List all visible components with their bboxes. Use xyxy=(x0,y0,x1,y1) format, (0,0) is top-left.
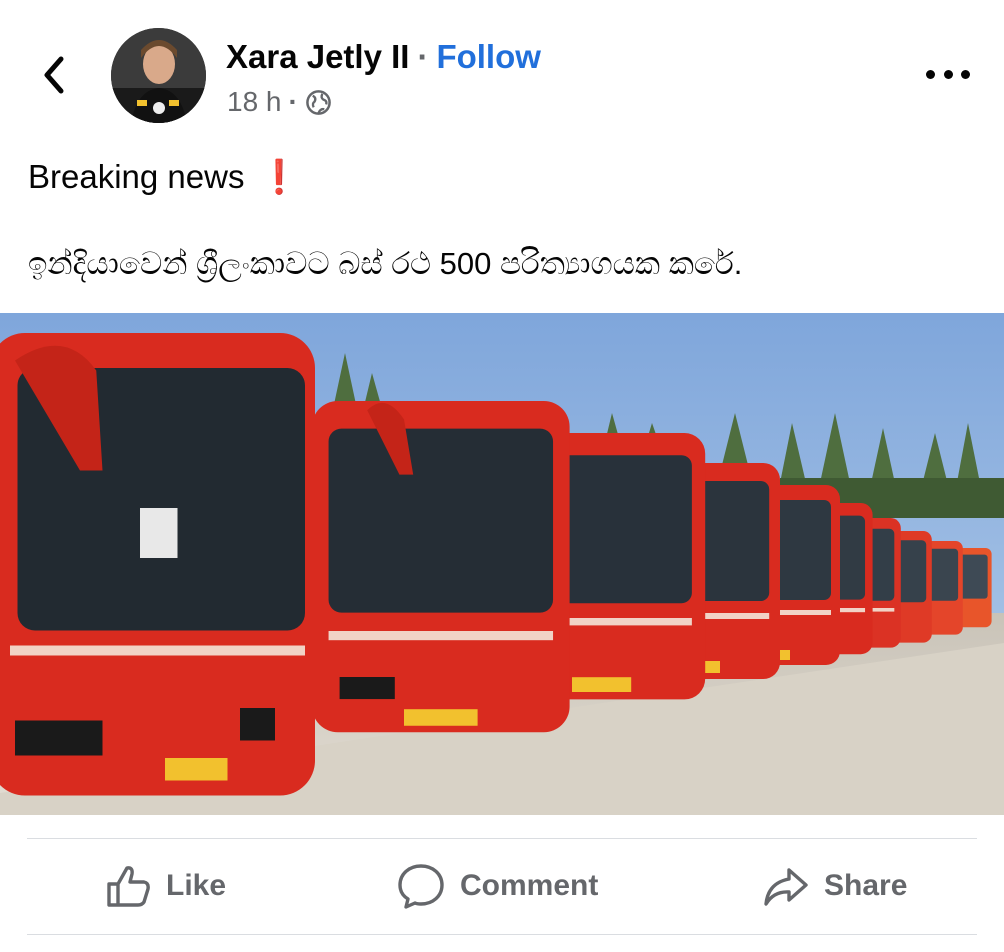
share-arrow-icon xyxy=(764,868,808,906)
exclamation-emoji: ❗ xyxy=(258,158,300,195)
post-meta: 18 h · xyxy=(227,86,332,118)
actions-top-divider xyxy=(27,838,977,839)
more-horizontal-icon xyxy=(926,69,935,79)
post-body: ඉන්දියාවෙන් ශ්‍රීලංකාවට බස් රථ 500 පරිත්… xyxy=(28,246,743,281)
author-name[interactable]: Xara Jetly II xyxy=(226,38,409,76)
author-row: Xara Jetly II · Follow xyxy=(226,38,541,76)
name-separator: · xyxy=(417,38,429,75)
headline-text: Breaking news xyxy=(28,158,245,195)
comment-bubble-icon xyxy=(398,864,444,909)
share-button[interactable]: Share xyxy=(762,860,907,912)
chevron-left-icon xyxy=(44,56,64,94)
post-headline: Breaking news ❗ xyxy=(28,158,300,197)
meta-separator: · xyxy=(288,86,298,117)
actions-bottom-divider xyxy=(27,934,977,935)
comment-label: Comment xyxy=(460,869,599,902)
more-options-button[interactable] xyxy=(926,60,970,88)
follow-button[interactable]: Follow xyxy=(436,38,540,76)
post-photo[interactable] xyxy=(0,313,1004,815)
share-label: Share xyxy=(824,869,908,902)
like-button[interactable]: Like xyxy=(104,860,226,912)
like-label: Like xyxy=(166,869,227,902)
globe-icon[interactable] xyxy=(305,89,332,116)
post-header: Xara Jetly II · Follow 18 h · xyxy=(0,0,1004,140)
post-actions: Like Comment Share xyxy=(0,840,1004,932)
avatar[interactable] xyxy=(111,28,206,123)
comment-button[interactable]: Comment xyxy=(396,860,598,912)
post-time[interactable]: 18 h xyxy=(227,86,282,118)
buses-image xyxy=(0,313,1004,815)
back-button[interactable] xyxy=(34,50,74,100)
thumbs-up-icon xyxy=(107,866,150,907)
